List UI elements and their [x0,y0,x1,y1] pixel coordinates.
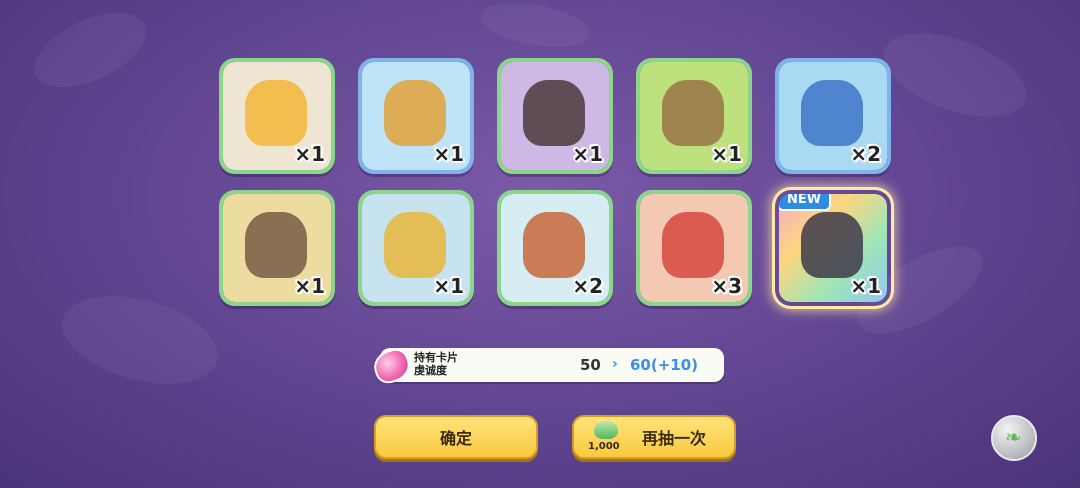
affinity-from: 50 [580,356,601,374]
reward-tile[interactable]: ×1 [219,190,335,306]
item-backpack-art [662,80,724,146]
redraw-button[interactable]: 1,000 再抽一次 [572,415,736,459]
gem-icon [369,344,415,388]
item-quantity: ×2 [572,274,603,298]
side-menu-button[interactable]: ❧ [991,415,1037,461]
confirm-label: 确定 [439,429,472,448]
leaf-swirl-icon: ❧ [1005,425,1022,449]
reward-tile[interactable]: ×2 [775,58,891,174]
item-quantity: ×1 [572,142,603,166]
item-new-card-art [801,212,863,278]
reward-tile[interactable]: ×3 [636,190,752,306]
affinity-to: 60(+10) [630,356,699,374]
item-quantity: ×1 [433,142,464,166]
leaf-currency-icon [594,421,618,439]
reward-tile[interactable]: ×1 [358,58,474,174]
affinity-label: 持有卡片 虔诚度 [414,351,458,377]
bg-leaf [22,0,158,103]
item-gold-card-art [384,212,446,278]
reward-tile[interactable]: ×1 [636,58,752,174]
item-reader-card-art [662,212,724,278]
reward-tile[interactable]: ×1 NEW [775,190,891,306]
chevron-right-icon: › [612,356,618,372]
new-badge: NEW [779,194,832,211]
item-quantity: ×1 [850,274,881,298]
item-knight-card-art [245,212,307,278]
item-quantity: ×1 [433,274,464,298]
bg-leaf [52,280,228,400]
item-quantity: ×3 [711,274,742,298]
item-characters-card-art [523,80,585,146]
reward-tile[interactable]: ×1 [358,190,474,306]
item-quantity: ×1 [711,142,742,166]
reward-tile[interactable]: ×1 [497,58,613,174]
reward-tile[interactable]: ×2 [497,190,613,306]
item-harness-art [384,80,446,146]
bg-leaf [872,16,1038,134]
redraw-cost: 1,000 [588,441,620,452]
item-quantity: ×2 [850,142,881,166]
item-quantity: ×1 [294,274,325,298]
item-dash-card-art [523,212,585,278]
reward-tile[interactable]: ×1 [219,58,335,174]
affinity-bar: 持有卡片 虔诚度 50 › 60(+10) [369,344,724,388]
item-box-card-art [245,80,307,146]
item-quantity: ×1 [294,142,325,166]
redraw-label: 再抽一次 [641,429,706,448]
bg-leaf [477,0,593,55]
item-goblet-art [801,80,863,146]
confirm-button[interactable]: 确定 [374,415,538,459]
